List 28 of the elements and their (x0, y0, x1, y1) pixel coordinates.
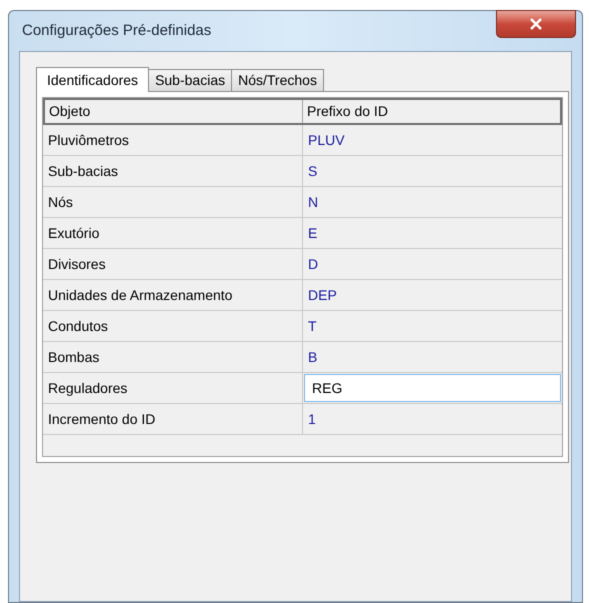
input-field[interactable]: REG (304, 374, 561, 402)
table-cell: Reguladores (43, 373, 303, 403)
table-cell: Nós (43, 187, 303, 217)
tab[interactable]: Nós/Trechos (232, 69, 324, 91)
tab[interactable]: Identificadores (36, 67, 150, 92)
table-cell-text: B (307, 348, 318, 366)
table-cell-text: 1 (307, 410, 317, 428)
table-cell-text: S (307, 162, 318, 180)
column-header: Objeto (45, 100, 303, 123)
table-cell-text: DEP (307, 286, 338, 304)
close-icon (529, 18, 543, 30)
table-cell: Unidades de Armazenamento (43, 280, 303, 310)
table-cell: Bombas (43, 342, 303, 372)
table-cell-text: D (307, 254, 320, 274)
table-cell-text: E (307, 224, 318, 242)
table-cell: Pluviômetros (43, 125, 303, 155)
table-cell-text: PLUV (307, 130, 346, 150)
close-button[interactable] (496, 10, 576, 38)
table-cell: Exutório (43, 218, 303, 248)
window-title: Configurações Pré-definidas (21, 20, 212, 41)
tab[interactable]: Sub-bacias (149, 69, 232, 91)
table-cell-text: T (307, 316, 318, 336)
column-header: Prefixo do ID (306, 102, 389, 121)
table-cell-text: N (307, 192, 320, 212)
table-cell: Sub-bacias (43, 156, 303, 186)
table-cell: Incremento do ID (43, 404, 303, 434)
table-cell: Condutos (43, 311, 303, 341)
table-cell: Divisores (43, 249, 303, 279)
